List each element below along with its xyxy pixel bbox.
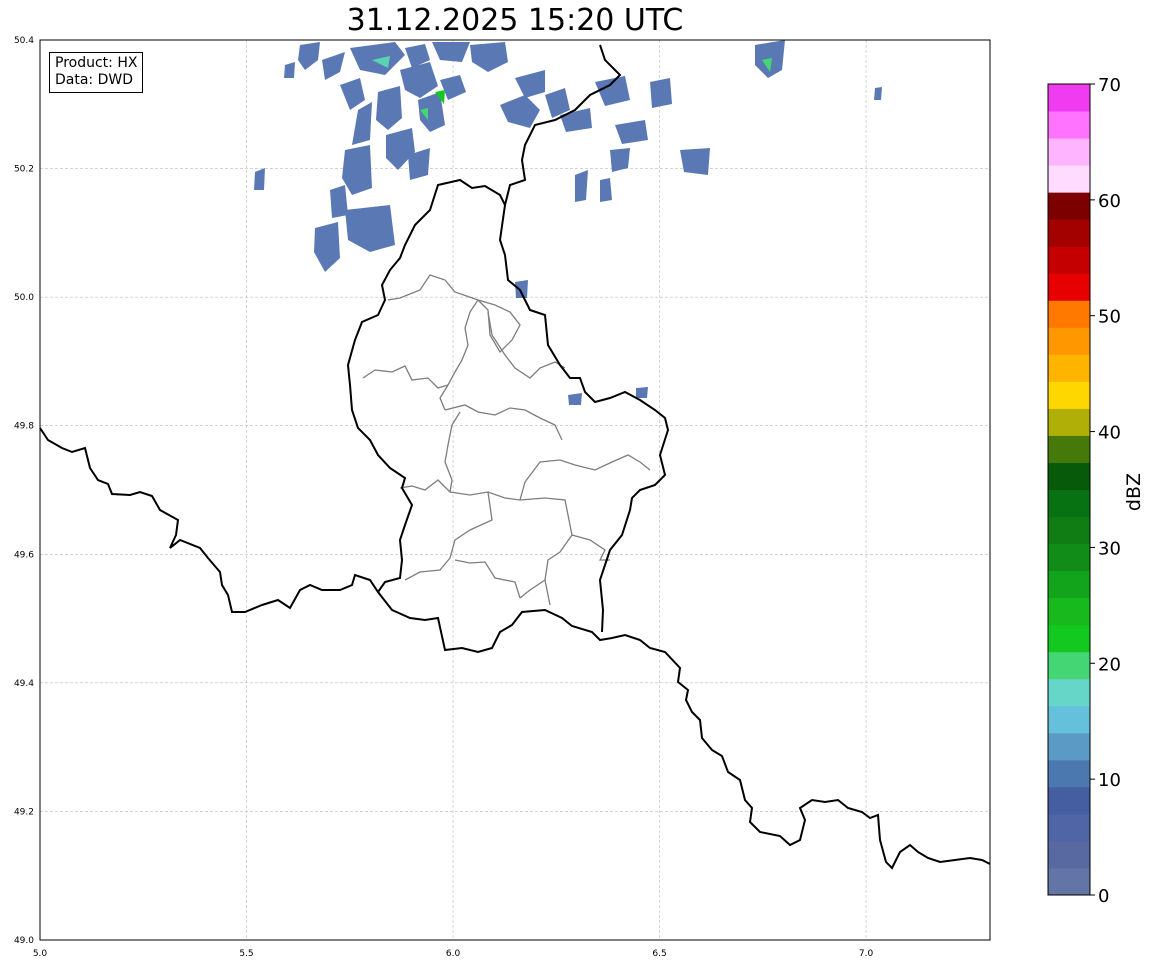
lat-tick-label: 50.4 xyxy=(14,36,34,46)
colorbar-segment xyxy=(1048,111,1090,139)
colorbar-segment xyxy=(1048,705,1090,734)
colorbar-segment xyxy=(1048,381,1090,409)
colorbar-segment xyxy=(1048,327,1090,355)
colorbar-segment xyxy=(1048,192,1090,220)
colorbar-segment xyxy=(1048,300,1090,328)
colorbar-segment xyxy=(1048,516,1090,545)
colorbar-tick-label: 60 xyxy=(1098,191,1121,212)
colorbar-segment xyxy=(1048,165,1090,193)
colorbar-segment xyxy=(1048,138,1090,166)
info-box: Product: HX Data: DWD xyxy=(49,52,144,93)
colorbar-ticks: 0 10 20 30 40 50 60 70 xyxy=(1090,75,1121,907)
colorbar-segment xyxy=(1048,462,1090,490)
lon-ticks: 5.0 5.5 6.0 6.5 7.0 xyxy=(33,949,874,959)
colorbar-segment xyxy=(1048,813,1090,842)
colorbar-segment xyxy=(1048,732,1090,761)
lat-tick-label: 49.2 xyxy=(14,807,34,817)
radar-map: 5.0 5.5 6.0 6.5 7.0 49.0 49.2 49.4 49.6 49.8 50.0… xyxy=(14,36,1145,959)
colorbar-segment xyxy=(1048,624,1090,653)
data-source-label: Data: DWD xyxy=(55,72,133,88)
colorbar-segment xyxy=(1048,840,1090,869)
lat-tick-label: 50.0 xyxy=(14,293,34,303)
lat-tick-label: 49.8 xyxy=(14,422,34,432)
colorbar-tick-label: 40 xyxy=(1098,423,1121,444)
lat-ticks: 49.0 49.2 49.4 49.6 49.8 50.0 50.2 50.4 xyxy=(14,36,34,946)
colorbar-tick-label: 30 xyxy=(1098,538,1121,559)
lon-tick-label: 6.0 xyxy=(446,949,461,959)
colorbar-segment xyxy=(1048,651,1090,680)
colorbar-segment xyxy=(1048,489,1090,518)
colorbar-segment xyxy=(1048,678,1090,707)
colorbar-tick-label: 50 xyxy=(1098,307,1121,328)
colorbar-tick-label: 10 xyxy=(1098,770,1121,791)
colorbar-segment xyxy=(1048,273,1090,301)
lat-tick-label: 49.4 xyxy=(14,679,34,689)
colorbar-segment xyxy=(1048,597,1090,626)
colorbar-segment xyxy=(1048,570,1090,599)
colorbar-tick-label: 0 xyxy=(1098,886,1109,907)
colorbar-segment xyxy=(1048,246,1090,274)
product-label: Product: HX xyxy=(55,55,138,71)
colorbar-segment xyxy=(1048,786,1090,815)
colorbar-segment xyxy=(1048,354,1090,382)
lon-tick-label: 6.5 xyxy=(652,949,666,959)
lat-tick-label: 50.2 xyxy=(14,165,34,175)
map-area[interactable] xyxy=(40,40,990,940)
colorbar-segment xyxy=(1048,435,1090,463)
colorbar-segment xyxy=(1048,408,1090,436)
colorbar-segment xyxy=(1048,219,1090,247)
colorbar-segment xyxy=(1048,759,1090,788)
colorbar-label: dBZ xyxy=(1123,473,1145,511)
lat-tick-label: 49.6 xyxy=(14,550,34,560)
colorbar-tick-label: 70 xyxy=(1098,75,1121,96)
lon-tick-label: 7.0 xyxy=(859,949,874,959)
colorbar-segment xyxy=(1048,84,1090,112)
lon-tick-label: 5.0 xyxy=(33,949,48,959)
lon-tick-label: 5.5 xyxy=(239,949,253,959)
colorbar-segment xyxy=(1048,543,1090,572)
colorbar-segment xyxy=(1048,867,1090,896)
lat-tick-label: 49.0 xyxy=(14,936,34,946)
colorbar xyxy=(1047,83,1091,896)
colorbar-tick-label: 20 xyxy=(1098,654,1121,675)
